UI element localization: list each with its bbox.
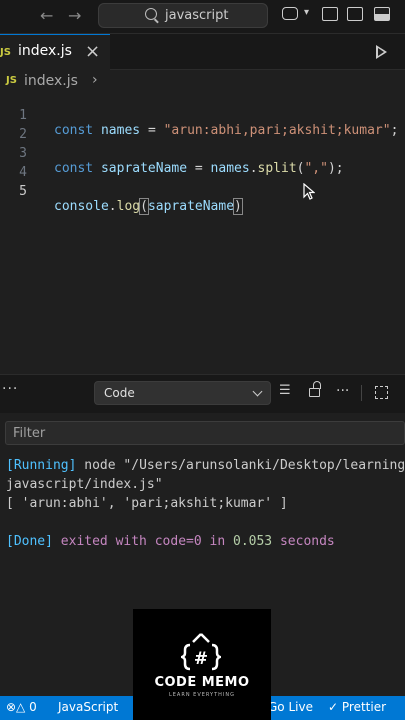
output-channel-select[interactable]: Code [94, 381, 271, 405]
code-line: 3 const saprateName = names.split(","); [0, 131, 405, 176]
output-line: [Running] node "/Users/arunsolanki/Deskt… [6, 458, 405, 473]
svg-text:#: # [194, 649, 208, 669]
command-center-search[interactable]: javascript [98, 3, 268, 28]
filter-placeholder: Filter [13, 426, 46, 441]
output-log: [Running] node "/Users/arunsolanki/Deskt… [6, 456, 405, 551]
go-live-button[interactable]: Go Live [268, 700, 313, 714]
js-file-icon: JS [6, 75, 17, 86]
more-actions-icon[interactable]: ··· [336, 383, 349, 399]
back-arrow-icon[interactable]: ← [40, 6, 53, 25]
breadcrumb: JS index.js › [0, 70, 405, 92]
filter-input[interactable]: Filter [5, 421, 405, 445]
lock-shackle [313, 381, 321, 389]
code-line: 4 [0, 150, 405, 180]
code-line-active: 5 console.log(saprateName) [0, 169, 405, 215]
run-code-icon[interactable] [376, 45, 387, 59]
code-editor[interactable]: 1 const names = "arun:abhi,pari;akshit;k… [0, 92, 405, 372]
breadcrumb-separator: › [92, 72, 98, 88]
tab-label: index.js [18, 43, 72, 59]
search-icon [145, 8, 157, 20]
toggle-sidebar-icon[interactable] [322, 7, 338, 21]
lock-scroll-icon[interactable] [309, 388, 320, 397]
divider [361, 385, 362, 401]
watermark-subtitle: LEARN EVERYTHING [168, 692, 236, 698]
maximize-panel-icon[interactable] [375, 386, 388, 399]
copilot-chevron-icon[interactable]: ▾ [304, 7, 309, 18]
code-line: 1 const names = "arun:abhi,pari;akshit;k… [0, 93, 405, 138]
output-result: [ 'arun:abhi', 'pari;akshit;kumar' ] [6, 496, 288, 511]
clear-output-icon[interactable]: ☰ [279, 383, 291, 398]
chevron-down-icon [252, 386, 263, 397]
output-done-line: [Done] exited with code=0 in 0.053 secon… [6, 534, 335, 549]
more-actions-icon[interactable]: ··· [2, 381, 18, 397]
watermark-title: CODE MEMO [154, 675, 250, 690]
toggle-panel-icon[interactable] [347, 7, 363, 21]
close-icon[interactable]: × [85, 41, 100, 62]
title-bar: ← → javascript ▾ [0, 0, 405, 34]
forward-arrow-icon[interactable]: → [68, 6, 81, 25]
breadcrumb-file[interactable]: index.js [24, 73, 78, 89]
language-mode[interactable]: JavaScript [58, 700, 118, 714]
prettier-status[interactable]: ✓ Prettier [328, 700, 386, 714]
toggle-secondary-sidebar-icon[interactable] [374, 7, 390, 21]
output-line: javascript/index.js" [6, 477, 163, 492]
watermark-logo: # CODE MEMO LEARN EVERYTHING [133, 609, 271, 720]
output-channel-label: Code [104, 386, 135, 400]
mouse-pointer-icon [303, 183, 315, 200]
line-number: 5 [19, 184, 27, 199]
panel-header: ··· Code ☰ ··· [0, 375, 405, 413]
problems-status[interactable]: ⊗△ 0 [6, 700, 37, 714]
code-line: 2 [0, 112, 405, 142]
tab-bar: JS index.js × [0, 34, 405, 70]
js-file-icon: JS [0, 47, 11, 58]
tab-index-js[interactable]: JS index.js × [0, 34, 110, 70]
search-text: javascript [165, 8, 229, 23]
code-memo-logo-icon: # [181, 633, 221, 671]
copilot-icon[interactable] [282, 7, 298, 20]
